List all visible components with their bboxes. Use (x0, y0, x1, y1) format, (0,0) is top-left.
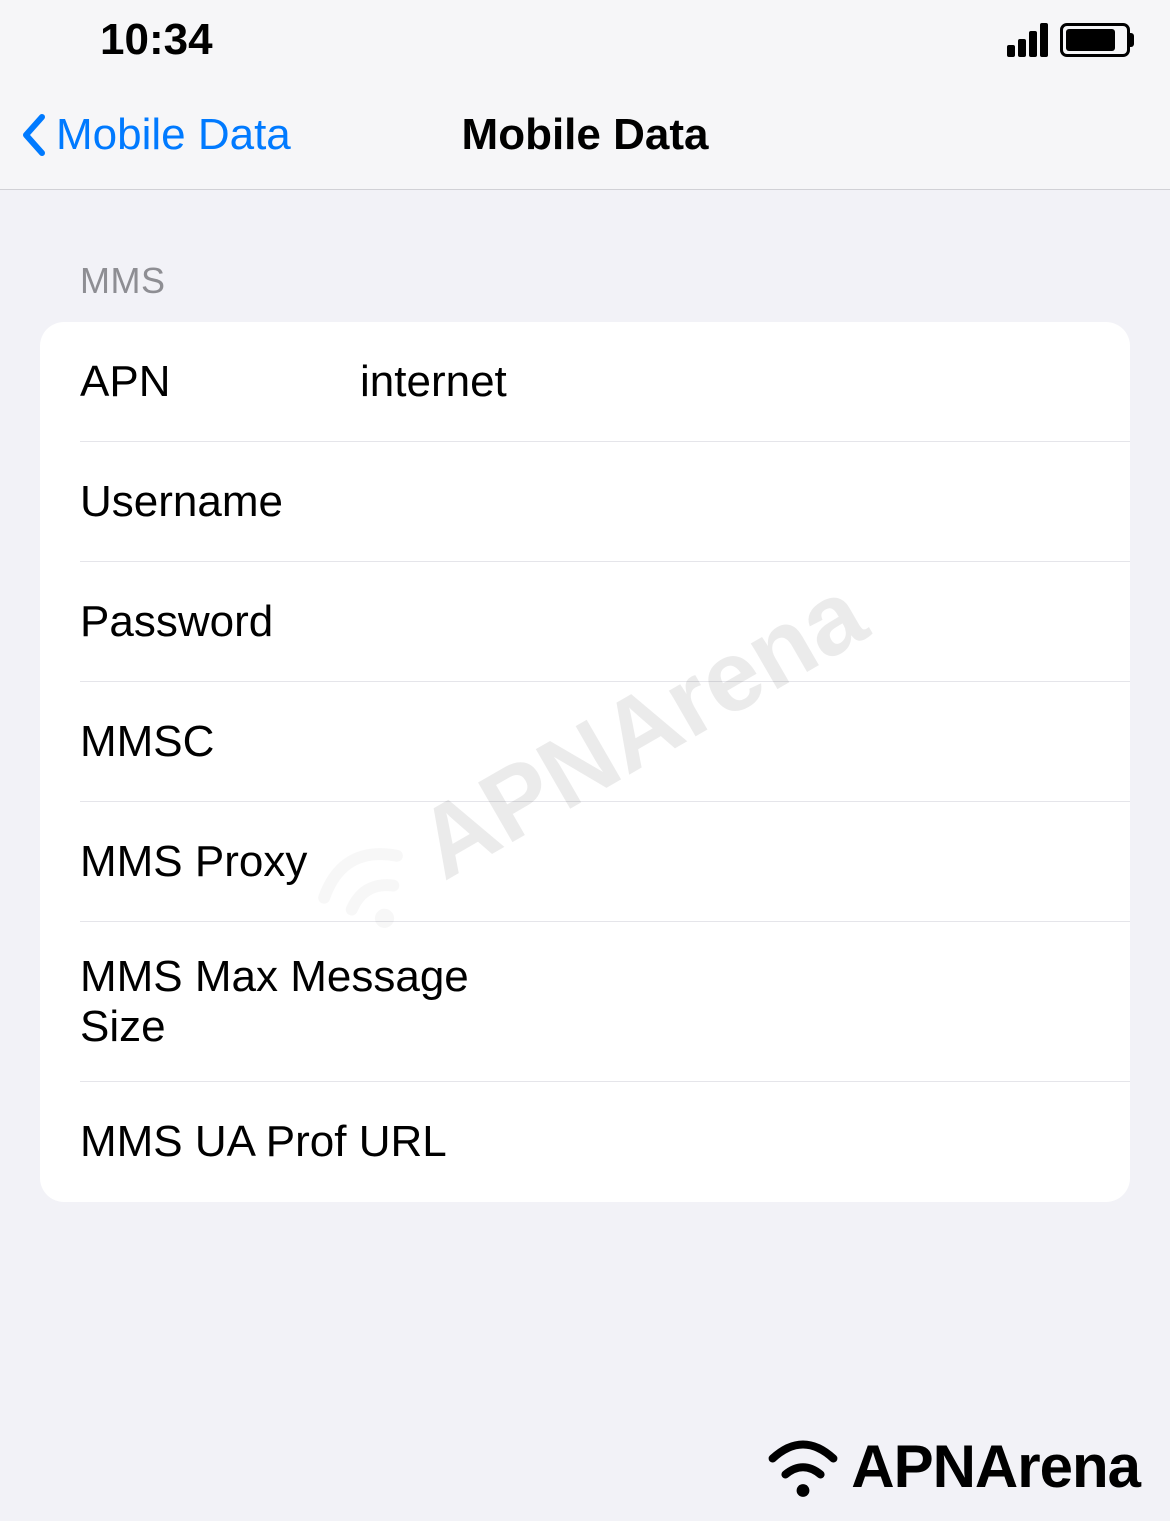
mms-max-size-row[interactable]: MMS Max Message Size (40, 922, 1130, 1082)
password-label: Password (80, 597, 360, 647)
apnarena-logo: APNArena (763, 1432, 1140, 1501)
password-input[interactable] (360, 597, 1090, 647)
mms-ua-prof-label: MMS UA Prof URL (80, 1117, 447, 1167)
mms-max-size-label: MMS Max Message Size (80, 952, 515, 1052)
section-header-mms: MMS (40, 190, 1130, 322)
apn-row[interactable]: APN (40, 322, 1130, 442)
username-input[interactable] (360, 477, 1090, 527)
chevron-left-icon (20, 113, 48, 157)
mmsc-row[interactable]: MMSC (40, 682, 1130, 802)
mmsc-label: MMSC (80, 717, 360, 767)
mms-settings-group: APN Username Password MMSC MMS Proxy MMS… (40, 322, 1130, 1202)
username-label: Username (80, 477, 360, 527)
status-bar: 10:34 (0, 0, 1170, 80)
status-time: 10:34 (40, 15, 213, 65)
status-icons (1007, 23, 1130, 57)
logo-text: APNArena (851, 1432, 1140, 1501)
navigation-bar: Mobile Data Mobile Data (0, 80, 1170, 190)
back-button[interactable]: Mobile Data (20, 110, 291, 160)
mms-proxy-row[interactable]: MMS Proxy (40, 802, 1130, 922)
cellular-signal-icon (1007, 23, 1048, 57)
mms-proxy-input[interactable] (307, 837, 1090, 887)
apn-label: APN (80, 357, 360, 407)
mms-max-size-input[interactable] (515, 977, 1090, 1027)
mms-proxy-label: MMS Proxy (80, 837, 307, 887)
wifi-icon (763, 1434, 843, 1499)
back-label: Mobile Data (56, 110, 291, 160)
apn-input[interactable] (360, 357, 1090, 407)
page-title: Mobile Data (462, 110, 709, 160)
battery-icon (1060, 23, 1130, 57)
mmsc-input[interactable] (360, 717, 1090, 767)
password-row[interactable]: Password (40, 562, 1130, 682)
mms-ua-prof-row[interactable]: MMS UA Prof URL (40, 1082, 1130, 1202)
username-row[interactable]: Username (40, 442, 1130, 562)
mms-ua-prof-input[interactable] (447, 1117, 1090, 1167)
